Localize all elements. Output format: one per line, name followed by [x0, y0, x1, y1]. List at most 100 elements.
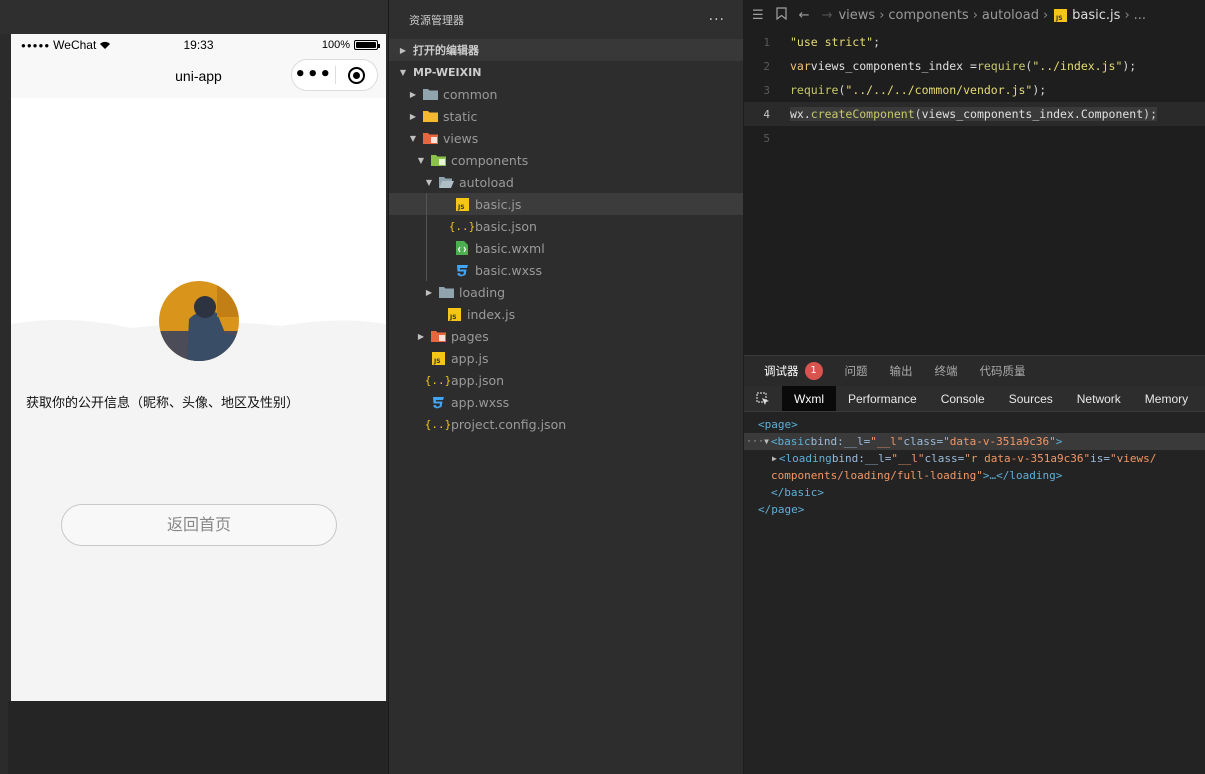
tree-item-common[interactable]: ▶ common — [389, 83, 743, 105]
tab-memory[interactable]: Memory — [1133, 386, 1200, 411]
code-line: 5 — [744, 126, 1205, 150]
tree-item-project-config[interactable]: ▶ {..} project.config.json — [389, 413, 743, 435]
back-home-button[interactable]: 返回首页 — [61, 504, 337, 546]
code-token: "use strict" — [790, 35, 874, 49]
tree-item-app-wxss[interactable]: ▶ app.wxss — [389, 391, 743, 413]
js-file-icon: JS — [454, 196, 470, 212]
status-battery: 100% — [321, 39, 380, 51]
tree-item-app-json[interactable]: ▶ {..} app.json — [389, 369, 743, 391]
explorer-title: 资源管理器 — [409, 13, 464, 27]
tree-item-pages[interactable]: ▶ pages — [389, 325, 743, 347]
css-file-icon — [454, 262, 470, 278]
inspect-element-button[interactable] — [744, 386, 782, 411]
simulator-panel: ●●●●● WeChat 19:33 100% uni-app ••• 获取你的… — [0, 0, 388, 774]
svg-text:JS: JS — [1055, 15, 1063, 22]
capsule-menu: ••• — [291, 59, 378, 91]
tree-item-app-js[interactable]: ▶ JS app.js — [389, 347, 743, 369]
breadcrumb-item[interactable]: views — [838, 8, 875, 23]
tab-output[interactable]: 输出 — [890, 363, 913, 379]
chevron-right-icon: ▶ — [772, 454, 777, 463]
dom-node-page[interactable]: <page> — [744, 416, 1205, 433]
line-number: 2 — [763, 59, 770, 73]
static-folder-icon — [422, 108, 438, 124]
code-area[interactable]: 1 "use strict"; 2 var views_components_i… — [744, 30, 1205, 150]
tab-code-quality[interactable]: 代码质量 — [980, 363, 1026, 379]
chevron-down-icon: ▼ — [399, 67, 407, 77]
breadcrumb-item[interactable]: ... — [1134, 8, 1146, 23]
debugger-tabs: 调试器 1 问题 输出 终端 代码质量 — [744, 356, 1205, 386]
dom-node-basic-close: </basic> — [744, 484, 1205, 501]
code-token: ( — [838, 83, 846, 97]
breadcrumb-item[interactable]: basic.js — [1072, 8, 1120, 23]
dom-attr-value: "r data-v-351a9c36" — [964, 452, 1091, 465]
tree-item-index-js[interactable]: ▶ JS index.js — [389, 303, 743, 325]
tree-label: components — [451, 152, 529, 168]
pages-folder-icon — [430, 328, 446, 344]
dom-attr: class= — [903, 435, 944, 448]
tree-item-basic-json[interactable]: ▶ {..} basic.json — [389, 215, 743, 237]
tree-item-basic-wxml[interactable]: ▶ basic.wxml — [389, 237, 743, 259]
dom-attr: bind:__l= — [810, 435, 871, 448]
tab-debugger[interactable]: 调试器 1 — [764, 362, 823, 380]
tree-label: basic.json — [475, 218, 537, 234]
breadcrumb-item[interactable]: components — [888, 8, 968, 23]
views-folder-icon — [422, 130, 438, 146]
explorer-more-button[interactable]: ··· — [709, 12, 725, 28]
dom-node-loading[interactable]: ▶ <loading bind:__l= "__l" class= "r data-… — [744, 450, 1205, 467]
line-number: 4 — [763, 107, 770, 121]
more-button[interactable]: ••• — [292, 59, 335, 91]
bookmark-icon[interactable] — [776, 6, 787, 24]
tree-item-basic-js[interactable]: ▶ JS basic.js — [389, 193, 743, 215]
tab-terminal[interactable]: 终端 — [935, 363, 958, 379]
dom-tag: > — [1055, 435, 1063, 448]
tab-network[interactable]: Network — [1065, 386, 1133, 411]
tree-label: index.js — [467, 306, 516, 322]
svg-text:JS: JS — [457, 204, 465, 211]
code-line: 2 var views_components_index = require("… — [744, 54, 1205, 78]
open-editors-section[interactable]: ▶ 打开的编辑器 — [389, 39, 743, 61]
dom-node-basic[interactable]: ··· ▼ <basic bind:__l= "__l" class= "data-… — [744, 433, 1205, 450]
dom-attr: bind:__l= — [831, 452, 892, 465]
json-file-icon: {..} — [424, 417, 452, 431]
tab-console[interactable]: Console — [929, 386, 997, 411]
tab-wxml[interactable]: Wxml — [782, 386, 836, 411]
tab-performance[interactable]: Performance — [836, 386, 929, 411]
tree-item-basic-wxss[interactable]: ▶ basic.wxss — [389, 259, 743, 281]
breadcrumb-item[interactable]: autoload — [982, 8, 1039, 23]
tree-label: views — [443, 130, 479, 146]
close-miniprogram-button[interactable] — [335, 66, 377, 84]
tree-label: app.wxss — [451, 394, 510, 410]
back-arrow-icon[interactable]: ← — [799, 8, 810, 23]
tree-item-autoload[interactable]: ▼ autoload — [389, 171, 743, 193]
svg-text:JS: JS — [433, 358, 441, 365]
chevron-down-icon: ▼ — [417, 155, 425, 165]
tree-item-views[interactable]: ▼ views — [389, 127, 743, 149]
code-token: createComponent — [810, 107, 915, 121]
code-token: ( — [914, 107, 922, 121]
tree-label: project.config.json — [451, 416, 567, 432]
project-section[interactable]: ▼ MP-WEIXIN — [389, 61, 743, 83]
info-text: 获取你的公开信息（昵称、头像、地区及性别） — [26, 396, 300, 411]
nav-bar: uni-app ••• — [11, 56, 386, 98]
tree-item-loading[interactable]: ▶ loading — [389, 281, 743, 303]
dom-tag: </page> — [758, 503, 805, 516]
code-token: ( — [1025, 59, 1033, 73]
dom-tag: </basic> — [771, 486, 824, 499]
dom-attr: class= — [924, 452, 965, 465]
forward-arrow-icon[interactable]: → — [822, 8, 833, 23]
code-token: require — [790, 83, 839, 97]
dom-tag: <loading — [778, 452, 832, 465]
code-token: ; — [873, 35, 881, 49]
battery-label: 100% — [321, 39, 350, 51]
code-line: 3 require("../../../common/vendor.js"); — [744, 78, 1205, 102]
tab-sources[interactable]: Sources — [997, 386, 1065, 411]
list-icon[interactable]: ☰ — [752, 8, 764, 23]
code-token: ); — [1143, 107, 1157, 121]
tree-label: pages — [451, 328, 489, 344]
page-content: 获取你的公开信息（昵称、头像、地区及性别） 返回首页 — [11, 98, 386, 701]
dom-attr-value: "data-v-351a9c36" — [943, 435, 1056, 448]
tab-problems[interactable]: 问题 — [845, 363, 868, 379]
tree-item-components[interactable]: ▼ components — [389, 149, 743, 171]
dom-attr-value: "__l" — [870, 435, 904, 448]
tree-item-static[interactable]: ▶ static — [389, 105, 743, 127]
